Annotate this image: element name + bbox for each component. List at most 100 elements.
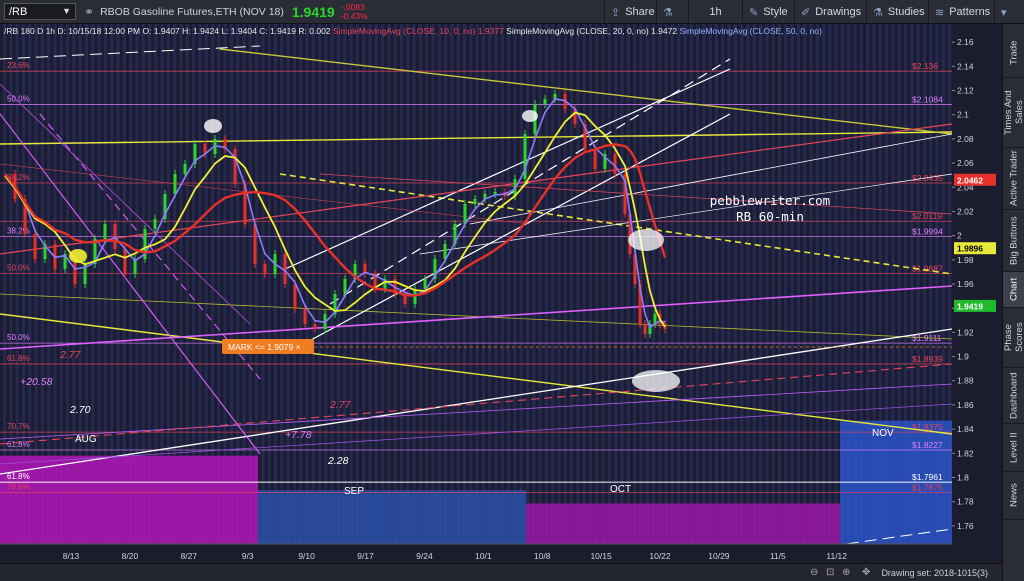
price-tag: $1.7961 xyxy=(912,472,943,482)
y-tick-label: 1.98 xyxy=(957,255,974,265)
session-stripe xyxy=(494,24,498,544)
session-stripe xyxy=(570,24,574,544)
annotation-label: +20.58 xyxy=(20,376,53,388)
more-button[interactable]: ▾ xyxy=(994,0,1024,24)
price-tag: $1.7875 xyxy=(912,483,943,493)
price-badge-label: 1.9896 xyxy=(957,244,983,254)
session-stripe xyxy=(702,24,706,544)
chart-canvas[interactable]: 23.6%50.0%38.2%38.2%50.0%50.0%61.8%70.7%… xyxy=(0,24,1002,569)
style-button[interactable]: ✎ Style xyxy=(742,0,794,24)
highlight-ellipse xyxy=(522,110,538,122)
zoom-in-icon[interactable]: ⊕ xyxy=(842,567,850,578)
price-chart[interactable]: 23.6% 50.0% 38.2% 38.2% 50.0% 50.0% 61.8% 70.7%… xyxy=(0,24,1002,569)
sidebar-tab-news[interactable]: News xyxy=(1003,472,1024,520)
month-label: SEP xyxy=(344,486,364,497)
annotation-label: +7.78 xyxy=(285,429,312,441)
chain-link-icon[interactable]: ⚭ xyxy=(84,5,94,19)
session-stripe xyxy=(286,24,290,544)
price-tag: $1.8227 xyxy=(912,440,943,450)
chevron-down-icon: ▼ xyxy=(62,6,71,16)
y-tick-label: 1.8 xyxy=(957,472,969,482)
x-tick-label: 10/1 xyxy=(475,551,492,561)
sidebar-tab-level-ii[interactable]: Level II xyxy=(1003,424,1024,472)
candle-body xyxy=(283,254,287,284)
annotation-label: 2.70 xyxy=(69,404,91,416)
candle-body xyxy=(183,164,187,174)
zoom-fit-icon[interactable]: ⊡ xyxy=(826,567,834,578)
session-stripe xyxy=(683,24,687,544)
session-stripe xyxy=(557,24,561,544)
x-tick-label: 9/17 xyxy=(357,551,374,561)
session-stripe xyxy=(525,24,530,544)
drawings-button[interactable]: ✐ Drawings xyxy=(794,0,866,24)
price-tag: $2.136 xyxy=(912,61,938,71)
fib-label: 61.8% xyxy=(7,354,30,363)
volume-block-aug xyxy=(0,455,258,544)
candle-body xyxy=(303,309,307,324)
y-tick-label: 2.12 xyxy=(957,86,974,96)
y-tick-label: 1.9 xyxy=(957,352,969,362)
session-stripe xyxy=(462,24,467,544)
flask-button[interactable]: ⚗ xyxy=(656,0,688,24)
x-tick-label: 8/27 xyxy=(181,551,198,561)
session-stripe xyxy=(651,24,656,544)
session-stripe xyxy=(771,24,775,544)
share-button[interactable]: ⇪ Share xyxy=(604,0,656,24)
month-label: NOV xyxy=(872,428,894,439)
price-tag: $2.1084 xyxy=(912,95,943,105)
candle-body xyxy=(543,99,547,104)
patterns-button[interactable]: ≋ Patterns xyxy=(928,0,994,24)
flask-icon: ⚗ xyxy=(663,6,673,19)
x-tick-label: 11/12 xyxy=(826,551,847,561)
sidebar-tab-big-buttons[interactable]: Big Buttons xyxy=(1003,210,1024,272)
interval-button[interactable]: 1h xyxy=(688,0,742,24)
candle-body xyxy=(33,234,37,259)
studies-button[interactable]: ⚗ Studies xyxy=(866,0,928,24)
session-stripe xyxy=(708,24,712,544)
fib-label: 78.6% xyxy=(7,483,30,492)
fib-label: 50.0% xyxy=(7,95,30,104)
change-percent: -0.43% xyxy=(340,10,368,21)
sidebar-tab-active-trader[interactable]: Active Trader xyxy=(1003,148,1024,210)
zoom-out-icon[interactable]: ⊖ xyxy=(810,567,818,578)
symbol-selector[interactable]: /RB ▼ xyxy=(4,3,76,20)
patterns-icon: ≋ xyxy=(935,6,945,19)
price-axis[interactable] xyxy=(952,24,1002,569)
session-stripe xyxy=(456,24,460,544)
session-stripe xyxy=(759,24,763,544)
y-tick-label: 1.76 xyxy=(957,521,974,531)
sidebar-tab-dashboard[interactable]: Dashboard xyxy=(1003,368,1024,424)
session-stripe xyxy=(267,24,271,544)
session-stripe xyxy=(450,24,454,544)
chevron-down-icon: ▾ xyxy=(1001,6,1007,19)
instrument-description: RBOB Gasoline Futures,ETH (NOV 18) xyxy=(100,5,284,18)
drawing-set-label[interactable]: Drawing set: 2018-1015(3) xyxy=(881,568,988,578)
y-tick-label: 1.86 xyxy=(957,400,974,410)
candle-body xyxy=(253,224,257,264)
candle-body xyxy=(173,174,177,194)
session-stripe xyxy=(803,24,807,544)
candle-body xyxy=(233,149,237,184)
session-stripe xyxy=(538,24,542,544)
session-stripe xyxy=(519,24,523,544)
annotation-label: 2.28 xyxy=(327,455,349,467)
sidebar-tab-chart[interactable]: Chart xyxy=(1003,272,1024,308)
price-tag: $1.8939 xyxy=(912,354,943,364)
sidebar-tab-trade[interactable]: Trade xyxy=(1003,28,1024,78)
sma10-label: SimpleMovingAvg (CLOSE, 10, 0, no) 1.937… xyxy=(332,26,504,36)
y-tick-label: 2.02 xyxy=(957,206,974,216)
highlight-ellipse xyxy=(632,370,680,392)
patterns-label: Patterns xyxy=(949,6,991,18)
sidebar-tab-phase-scores[interactable]: Phase Scores xyxy=(1003,308,1024,368)
mark-tag-label: MARK <= 1.9079 × xyxy=(228,342,301,352)
candle-body xyxy=(643,324,647,334)
drawings-icon: ✐ xyxy=(801,6,811,19)
session-stripe xyxy=(777,24,782,544)
sidebar-tab-times-and-sales[interactable]: Times And Sales xyxy=(1003,78,1024,148)
y-tick-label: 1.78 xyxy=(957,497,974,507)
session-stripe xyxy=(815,24,819,544)
y-tick-label: 1.88 xyxy=(957,376,974,386)
studies-icon: ⚗ xyxy=(873,6,883,19)
cursor-icon[interactable]: ✥ xyxy=(862,567,870,578)
annotation-label: 2.77 xyxy=(329,399,352,411)
